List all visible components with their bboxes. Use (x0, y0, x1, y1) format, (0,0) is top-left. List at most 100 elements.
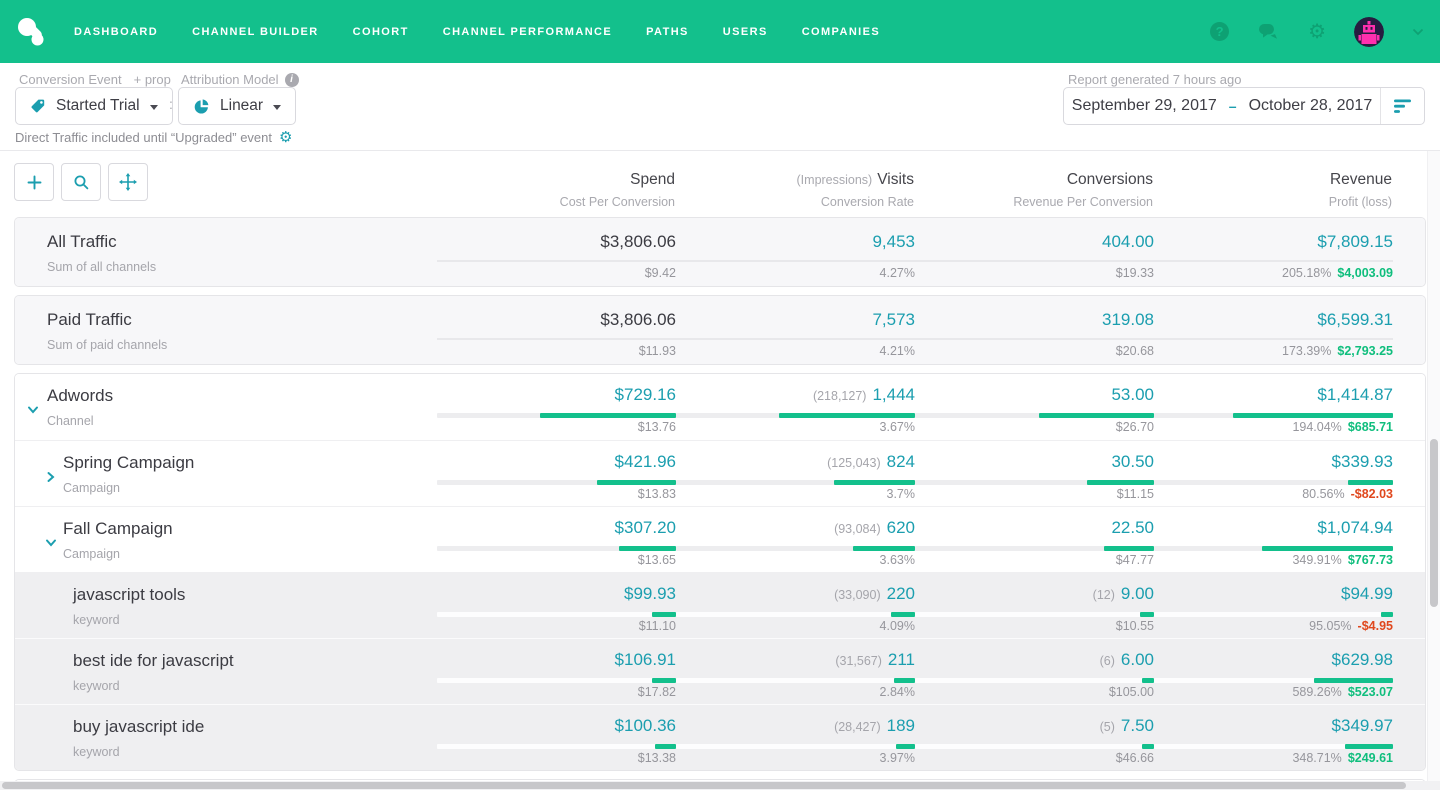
metric-sub: $13.38 (638, 751, 676, 765)
add-channel-button[interactable] (14, 163, 54, 201)
table-row[interactable]: Adwords Channel $729.16 $13.76(218,127)1,44… (15, 374, 1425, 440)
info-icon[interactable]: i (285, 73, 299, 87)
add-prop-button[interactable]: + prop (134, 72, 171, 87)
metric-main-value[interactable]: 6.00 (1121, 650, 1154, 669)
metric-main-value[interactable]: 7.50 (1121, 716, 1154, 735)
gear-icon[interactable]: ⚙ (1308, 22, 1326, 42)
metric-main-value[interactable]: 53.00 (1111, 385, 1154, 404)
chevron-down-icon[interactable] (1412, 28, 1424, 36)
table-row[interactable]: Fall CampaignCampaign$307.20$13.65(93,08… (15, 506, 1425, 572)
metric-main-value[interactable]: 1,444 (872, 385, 915, 404)
column-header-visits[interactable]: (Impressions)Visits Conversion Rate (675, 163, 914, 209)
row-title: Adwords (47, 386, 113, 406)
metric-main-value[interactable]: $99.93 (624, 584, 676, 603)
metric-main-value[interactable]: 824 (887, 452, 915, 471)
metric-main-value[interactable]: 22.50 (1111, 518, 1154, 537)
nav-item-paths[interactable]: PATHS (646, 26, 689, 38)
nav-item-cohort[interactable]: COHORT (353, 26, 409, 38)
column-header-revenue[interactable]: Revenue Profit (loss) (1153, 163, 1392, 209)
metric-sub: $13.83 (638, 487, 676, 501)
search-button[interactable] (61, 163, 101, 201)
metric-main-value[interactable]: 30.50 (1111, 452, 1154, 471)
metric-main-value[interactable]: 7,573 (872, 310, 915, 329)
move-button[interactable] (108, 163, 148, 201)
column-sub-label: Cost Per Conversion (436, 195, 675, 209)
metric-main-value[interactable]: 211 (888, 650, 915, 669)
metric-main-value[interactable]: 9.00 (1121, 584, 1154, 603)
metric-cell: 7,5734.21% (676, 296, 915, 364)
table-row[interactable]: Spring CampaignCampaign$421.96$13.83(125… (15, 440, 1425, 506)
row-subtitle: Channel (47, 414, 94, 428)
metric-main-value[interactable]: $106.91 (615, 650, 676, 669)
profit-amount: -$82.03 (1351, 487, 1393, 501)
metric-main-value[interactable]: $629.98 (1332, 650, 1393, 669)
help-icon[interactable]: ? (1210, 22, 1229, 41)
row-title: buy javascript ide (73, 717, 204, 737)
chevron-down-icon[interactable] (45, 537, 57, 549)
table-row: javascript toolskeyword$99.93$11.10(33,0… (15, 572, 1425, 638)
metric-main-value[interactable]: $349.97 (1332, 716, 1393, 735)
column-header-spend[interactable]: Spend Cost Per Conversion (436, 163, 675, 209)
metric-main-value[interactable]: $339.93 (1332, 452, 1393, 471)
metric-cell: $3,806.06$11.93 (437, 296, 676, 364)
metric-bar (437, 678, 676, 683)
metric-main-value[interactable]: $7,809.15 (1317, 232, 1393, 251)
date-range-picker[interactable]: September 29, 2017 – October 28, 2017 (1063, 87, 1425, 125)
filter-icon[interactable] (1381, 99, 1424, 114)
vertical-scrollbar-thumb[interactable] (1430, 439, 1438, 607)
metric-bar (915, 678, 1154, 683)
metric-main: (93,084)620 (834, 518, 915, 538)
chevron-down-icon[interactable] (27, 404, 39, 416)
attribution-model-dropdown[interactable]: Linear (178, 87, 296, 125)
nav-item-companies[interactable]: COMPANIES (802, 26, 880, 38)
settings-gear-icon[interactable]: ⚙ (279, 130, 292, 145)
metric-main-value[interactable]: 220 (887, 584, 915, 603)
metric-bar (1154, 546, 1393, 551)
metric-main: (28,427)189 (834, 716, 915, 736)
metric-sub: $13.76 (638, 420, 676, 434)
nav-item-channel-performance[interactable]: CHANNEL PERFORMANCE (443, 26, 612, 38)
row-subtitle: Sum of all channels (47, 260, 156, 274)
metric-main-value[interactable]: $1,074.94 (1317, 518, 1393, 537)
conversion-event-dropdown[interactable]: Started Trial (15, 87, 173, 125)
metric-paren-value: (12) (1093, 588, 1115, 602)
metric-main-value[interactable]: 404.00 (1102, 232, 1154, 251)
column-sub-label: Revenue Per Conversion (914, 195, 1153, 209)
metric-sub: 349.91%$767.73 (1292, 553, 1393, 567)
metric-main-value[interactable]: $307.20 (615, 518, 676, 537)
metric-bar (915, 612, 1154, 617)
metric-main-value[interactable]: 189 (887, 716, 915, 735)
metric-bar-fill (1348, 480, 1393, 485)
metric-main-value[interactable]: $729.16 (615, 385, 676, 404)
row-name-cell: Spring CampaignCampaign (15, 441, 437, 506)
caret-down-icon (150, 105, 158, 110)
avatar[interactable] (1354, 17, 1384, 47)
metric-main-value[interactable]: $421.96 (615, 452, 676, 471)
chevron-right-icon[interactable] (45, 471, 57, 483)
app-logo[interactable] (16, 17, 46, 47)
metric-divider (676, 260, 915, 262)
nav-item-users[interactable]: USERS (723, 26, 768, 38)
metric-sub: $11.93 (639, 344, 676, 358)
chat-icon[interactable] (1257, 22, 1280, 41)
column-header-conversions[interactable]: Conversions Revenue Per Conversion (914, 163, 1153, 209)
horizontal-scrollbar-thumb[interactable] (2, 782, 1406, 789)
nav-item-dashboard[interactable]: DASHBOARD (74, 26, 158, 38)
metric-cell: (6)6.00$105.00 (915, 639, 1154, 704)
metric-main-value[interactable]: 9,453 (872, 232, 915, 251)
row-name-cell: Adwords Channel (15, 374, 437, 440)
metric-cell: (218,127)1,4443.67% (676, 374, 915, 440)
search-icon (73, 174, 90, 191)
nav-item-channel-builder[interactable]: CHANNEL BUILDER (192, 26, 319, 38)
metric-bar-fill (1142, 678, 1154, 683)
metric-main-value[interactable]: 620 (887, 518, 915, 537)
metric-main-value[interactable]: 319.08 (1102, 310, 1154, 329)
metric-main-value[interactable]: $6,599.31 (1317, 310, 1393, 329)
metric-main-value[interactable]: $100.36 (615, 716, 676, 735)
metric-sub: 3.97% (880, 751, 915, 765)
metric-main-value[interactable]: $1,414.87 (1317, 385, 1393, 404)
metric-cell: 404.00$19.33 (915, 218, 1154, 286)
metric-main: $99.93 (624, 584, 676, 604)
attribution-model-label: Attribution Model i (181, 72, 299, 87)
metric-main-value[interactable]: $94.99 (1341, 584, 1393, 603)
